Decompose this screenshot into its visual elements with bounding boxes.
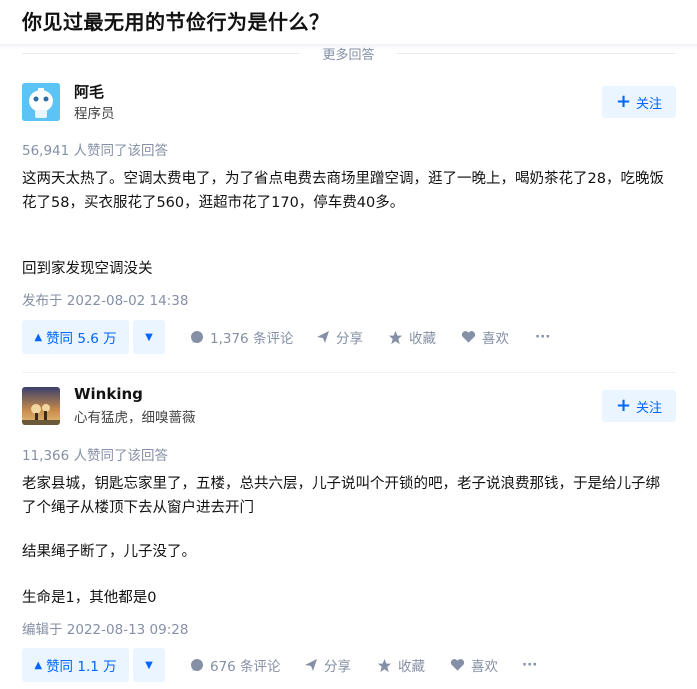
sunset-avatar-icon xyxy=(22,387,60,425)
upvote-button[interactable]: ▲ 赞同 1.1 万 xyxy=(22,648,129,682)
follow-label: 关注 xyxy=(636,400,663,416)
share-label: 分享 xyxy=(336,331,363,347)
like-button[interactable]: 喜欢 xyxy=(461,320,509,354)
publish-time[interactable]: 发布于 2022-08-02 14:38 xyxy=(22,289,188,309)
comment-label: 1,376 条评论 xyxy=(210,331,294,347)
comment-icon xyxy=(191,331,203,343)
upvote-label: 赞同 1.1 万 xyxy=(46,659,117,675)
author-name[interactable]: Winking xyxy=(74,385,143,403)
divider-line-left xyxy=(22,53,300,54)
answer-paragraph: 结果绳子断了，儿子没了。 xyxy=(22,544,196,560)
plus-icon: + xyxy=(615,395,632,416)
vote-count: 56,941 人赞同了该回答 xyxy=(22,143,169,159)
answer-divider xyxy=(22,372,676,373)
action-bar: ▲ 赞同 1.1 万 ▼ 676 条评论 分享 收藏 喜欢 ··· xyxy=(22,648,682,682)
avatar[interactable] xyxy=(22,83,60,121)
follow-label: 关注 xyxy=(636,96,663,112)
answer-paragraph: 老家县城，钥匙忘家里了，五楼，总共六层，儿子说叫个开锁的吧，老子说浪费那钱，于是… xyxy=(22,476,660,516)
more-answers-label: 更多回答 xyxy=(0,44,697,63)
question-title[interactable]: 你见过最无用的节俭行为是什么？ xyxy=(22,6,330,35)
follow-button[interactable]: + 关注 xyxy=(602,86,676,118)
more-button[interactable]: ··· xyxy=(535,320,550,354)
star-icon xyxy=(377,658,392,672)
more-button[interactable]: ··· xyxy=(522,648,537,682)
share-icon xyxy=(317,331,329,343)
favorite-button[interactable]: 收藏 xyxy=(388,320,436,354)
heart-icon xyxy=(450,659,465,671)
like-label: 喜欢 xyxy=(482,331,509,347)
more-answers-text: 更多回答 xyxy=(322,48,375,63)
like-label: 喜欢 xyxy=(471,659,498,675)
upvote-label: 赞同 5.6 万 xyxy=(46,331,117,347)
comment-button[interactable]: 1,376 条评论 xyxy=(190,320,293,354)
follow-button[interactable]: + 关注 xyxy=(602,390,676,422)
vote-count: 11,366 人赞同了该回答 xyxy=(22,448,169,464)
share-button[interactable]: 分享 xyxy=(304,648,351,682)
comment-button[interactable]: 676 条评论 xyxy=(190,648,281,682)
divider-line-right xyxy=(396,53,676,54)
author-bio: 程序员 xyxy=(74,106,115,122)
downvote-button[interactable]: ▼ xyxy=(133,648,165,682)
answer-paragraph: 这两天太热了。空调太费电了，为了省点电费去商场里蹭空调，逛了一晚上，喝奶茶花了2… xyxy=(22,171,664,211)
more-icon: ··· xyxy=(535,329,551,345)
author-bio: 心有猛虎，细嗅蔷薇 xyxy=(74,410,196,426)
like-button[interactable]: 喜欢 xyxy=(450,648,498,682)
author-name[interactable]: 阿毛 xyxy=(74,81,104,102)
upvote-triangle-icon: ▲ xyxy=(34,331,43,343)
answer-paragraph: 回到家发现空调没关 xyxy=(22,261,153,277)
favorite-label: 收藏 xyxy=(409,331,436,347)
favorite-button[interactable]: 收藏 xyxy=(377,648,425,682)
share-label: 分享 xyxy=(324,659,351,675)
robot-avatar-icon xyxy=(22,83,60,121)
action-bar: ▲ 赞同 5.6 万 ▼ 1,376 条评论 分享 收藏 喜欢 ··· xyxy=(22,320,682,354)
plus-icon: + xyxy=(615,91,632,112)
answer-paragraph: 生命是1，其他都是0 xyxy=(22,590,157,606)
comment-label: 676 条评论 xyxy=(210,659,281,675)
heart-icon xyxy=(461,331,476,343)
downvote-triangle-icon: ▼ xyxy=(145,331,153,343)
edit-time[interactable]: 编辑于 2022-08-13 09:28 xyxy=(22,618,188,638)
star-icon xyxy=(388,330,403,344)
downvote-button[interactable]: ▼ xyxy=(133,320,165,354)
favorite-label: 收藏 xyxy=(398,659,425,675)
share-icon xyxy=(305,659,317,671)
comment-icon xyxy=(191,659,203,671)
more-icon: ··· xyxy=(522,657,538,673)
avatar[interactable] xyxy=(22,387,60,425)
downvote-triangle-icon: ▼ xyxy=(145,659,153,671)
upvote-triangle-icon: ▲ xyxy=(34,659,43,671)
upvote-button[interactable]: ▲ 赞同 5.6 万 xyxy=(22,320,129,354)
share-button[interactable]: 分享 xyxy=(316,320,363,354)
